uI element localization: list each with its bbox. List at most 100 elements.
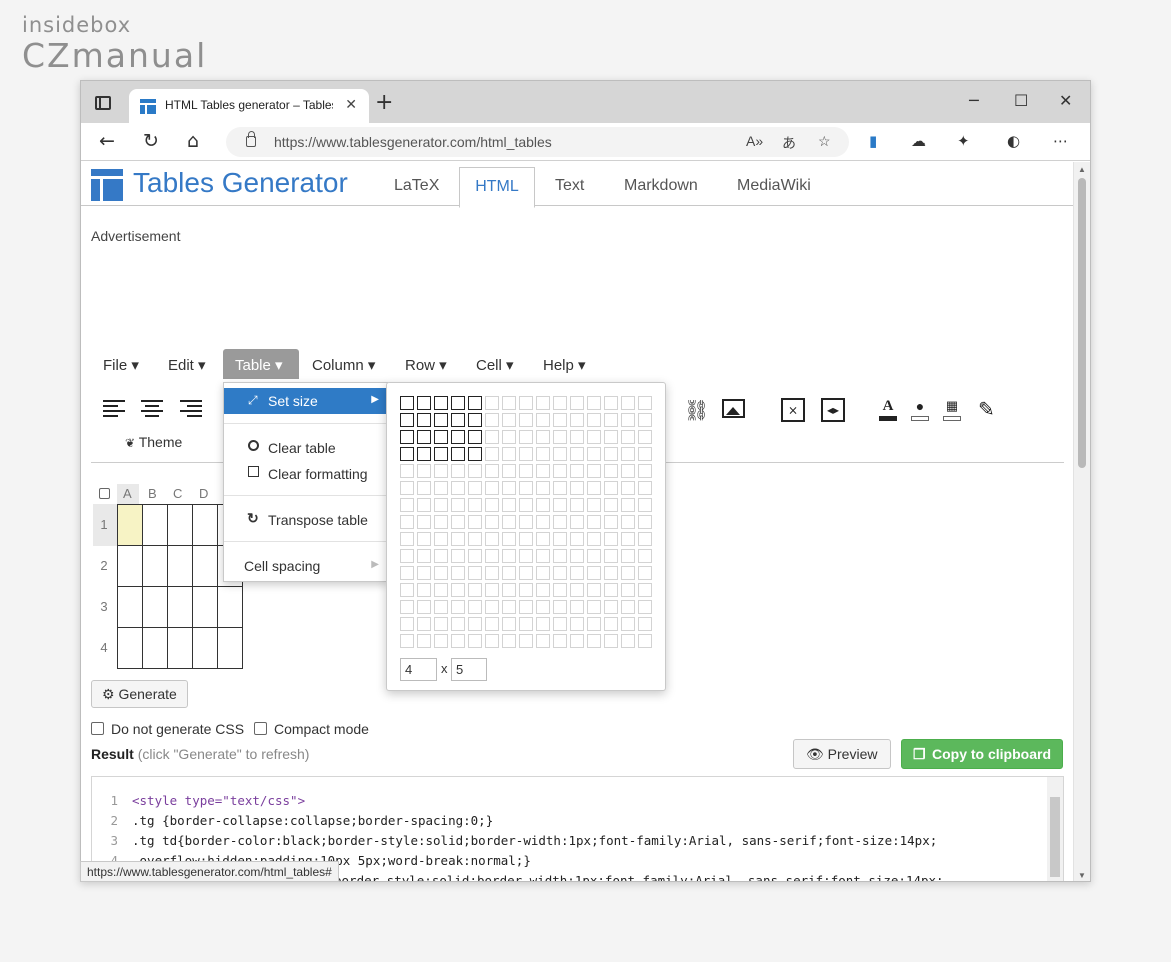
table-cell[interactable] bbox=[142, 545, 168, 587]
size-picker-cell[interactable] bbox=[604, 634, 618, 648]
size-picker-cell[interactable] bbox=[604, 430, 618, 444]
size-picker-cell[interactable] bbox=[434, 396, 448, 410]
size-picker-cell[interactable] bbox=[536, 634, 550, 648]
size-picker-cell[interactable] bbox=[400, 600, 414, 614]
scroll-up-icon[interactable]: ▲ bbox=[1078, 165, 1086, 174]
size-picker-cell[interactable] bbox=[485, 600, 499, 614]
size-picker-cell[interactable] bbox=[451, 634, 465, 648]
size-picker-cell[interactable] bbox=[451, 549, 465, 563]
size-picker-cell[interactable] bbox=[417, 532, 431, 546]
size-picker-cell[interactable] bbox=[621, 498, 635, 512]
size-picker-cell[interactable] bbox=[587, 549, 601, 563]
size-picker-cell[interactable] bbox=[638, 396, 652, 410]
size-picker-cell[interactable] bbox=[587, 481, 601, 495]
size-picker-cell[interactable] bbox=[570, 447, 584, 461]
tab-mediawiki[interactable]: MediaWiki bbox=[737, 177, 811, 195]
size-picker-cell[interactable] bbox=[604, 396, 618, 410]
size-picker-cell[interactable] bbox=[417, 413, 431, 427]
size-picker-cell[interactable] bbox=[468, 430, 482, 444]
size-picker-cell[interactable] bbox=[638, 447, 652, 461]
size-picker-cell[interactable] bbox=[587, 566, 601, 580]
cloud-icon[interactable]: ☁ bbox=[911, 132, 926, 150]
size-picker-cell[interactable] bbox=[519, 617, 533, 631]
size-picker-cell[interactable] bbox=[570, 464, 584, 478]
size-picker-cell[interactable] bbox=[553, 515, 567, 529]
minimize-icon[interactable]: ─ bbox=[969, 91, 979, 110]
size-picker-cell[interactable] bbox=[451, 498, 465, 512]
size-picker-cell[interactable] bbox=[570, 481, 584, 495]
size-picker-cell[interactable] bbox=[638, 634, 652, 648]
size-picker-cell[interactable] bbox=[485, 566, 499, 580]
table-cell[interactable] bbox=[192, 627, 218, 669]
size-picker-cell[interactable] bbox=[604, 413, 618, 427]
size-picker-cell[interactable] bbox=[519, 549, 533, 563]
size-picker-cell[interactable] bbox=[621, 549, 635, 563]
table-cell[interactable] bbox=[167, 545, 193, 587]
size-picker-cell[interactable] bbox=[451, 413, 465, 427]
size-picker-cell[interactable] bbox=[621, 481, 635, 495]
size-picker-cell[interactable] bbox=[553, 532, 567, 546]
size-picker-cell[interactable] bbox=[502, 532, 516, 546]
size-picker-cell[interactable] bbox=[485, 396, 499, 410]
size-picker-cell[interactable] bbox=[621, 515, 635, 529]
size-picker-cell[interactable] bbox=[553, 634, 567, 648]
size-picker-cell[interactable] bbox=[553, 549, 567, 563]
size-picker-cell[interactable] bbox=[621, 464, 635, 478]
table-cell[interactable] bbox=[142, 504, 168, 546]
browser-tab[interactable]: HTML Tables generator – TablesG ✕ bbox=[129, 89, 369, 123]
size-picker-cell[interactable] bbox=[570, 617, 584, 631]
fill-color-icon[interactable]: ● bbox=[911, 398, 929, 422]
no-css-checkbox[interactable] bbox=[91, 722, 104, 735]
read-aloud-icon[interactable]: A» bbox=[746, 133, 763, 149]
size-picker-cell[interactable] bbox=[400, 583, 414, 597]
tab-actions-icon[interactable] bbox=[95, 96, 111, 110]
new-tab-button[interactable]: + bbox=[375, 90, 393, 115]
table-cell[interactable] bbox=[167, 627, 193, 669]
size-picker-cell[interactable] bbox=[519, 464, 533, 478]
align-right-icon[interactable] bbox=[180, 400, 202, 417]
size-picker-cell[interactable] bbox=[502, 549, 516, 563]
size-picker-cell[interactable] bbox=[434, 600, 448, 614]
size-picker-cell[interactable] bbox=[536, 481, 550, 495]
size-picker-cell[interactable] bbox=[536, 396, 550, 410]
size-picker-cell[interactable] bbox=[536, 464, 550, 478]
theme-button[interactable]: ❦ Theme bbox=[125, 434, 182, 450]
size-picker-cell[interactable] bbox=[451, 566, 465, 580]
size-picker-cell[interactable] bbox=[502, 583, 516, 597]
size-picker-cell[interactable] bbox=[451, 515, 465, 529]
size-picker-cell[interactable] bbox=[400, 549, 414, 563]
size-picker-cell[interactable] bbox=[638, 532, 652, 546]
size-picker-cell[interactable] bbox=[621, 600, 635, 614]
table-cell[interactable] bbox=[217, 586, 243, 628]
link-icon[interactable]: ⛓ bbox=[684, 398, 709, 423]
size-picker-cell[interactable] bbox=[587, 464, 601, 478]
size-picker-cell[interactable] bbox=[536, 532, 550, 546]
size-picker-cell[interactable] bbox=[417, 600, 431, 614]
size-picker-cell[interactable] bbox=[434, 617, 448, 631]
size-picker-cell[interactable] bbox=[451, 447, 465, 461]
url-text[interactable]: https://www.tablesgenerator.com/html_tab… bbox=[274, 134, 552, 150]
favorite-add-icon[interactable]: ☆ bbox=[818, 133, 831, 150]
size-picker-cell[interactable] bbox=[587, 498, 601, 512]
tab-html[interactable]: HTML bbox=[459, 167, 535, 208]
page-scrollbar[interactable]: ▲ ▼ bbox=[1073, 162, 1090, 881]
size-picker-cell[interactable] bbox=[587, 583, 601, 597]
size-picker-cell[interactable] bbox=[621, 634, 635, 648]
size-picker-cell[interactable] bbox=[485, 515, 499, 529]
size-picker-cell[interactable] bbox=[570, 515, 584, 529]
code-scrollbar[interactable] bbox=[1047, 777, 1063, 881]
rows-input[interactable] bbox=[400, 658, 437, 681]
size-picker-cell[interactable] bbox=[570, 532, 584, 546]
size-picker-cell[interactable] bbox=[536, 600, 550, 614]
size-picker-cell[interactable] bbox=[400, 481, 414, 495]
size-picker-cell[interactable] bbox=[638, 549, 652, 563]
puzzle-extensions-icon[interactable]: ✦ bbox=[957, 132, 970, 150]
size-picker-cell[interactable] bbox=[604, 583, 618, 597]
size-picker-cell[interactable] bbox=[621, 566, 635, 580]
size-picker-cell[interactable] bbox=[400, 617, 414, 631]
row-header-3[interactable]: 3 bbox=[93, 599, 115, 614]
site-logo-text[interactable]: Tables Generator bbox=[133, 167, 348, 199]
size-picker-cell[interactable] bbox=[570, 430, 584, 444]
size-picker-cell[interactable] bbox=[553, 481, 567, 495]
size-picker-cell[interactable] bbox=[417, 464, 431, 478]
